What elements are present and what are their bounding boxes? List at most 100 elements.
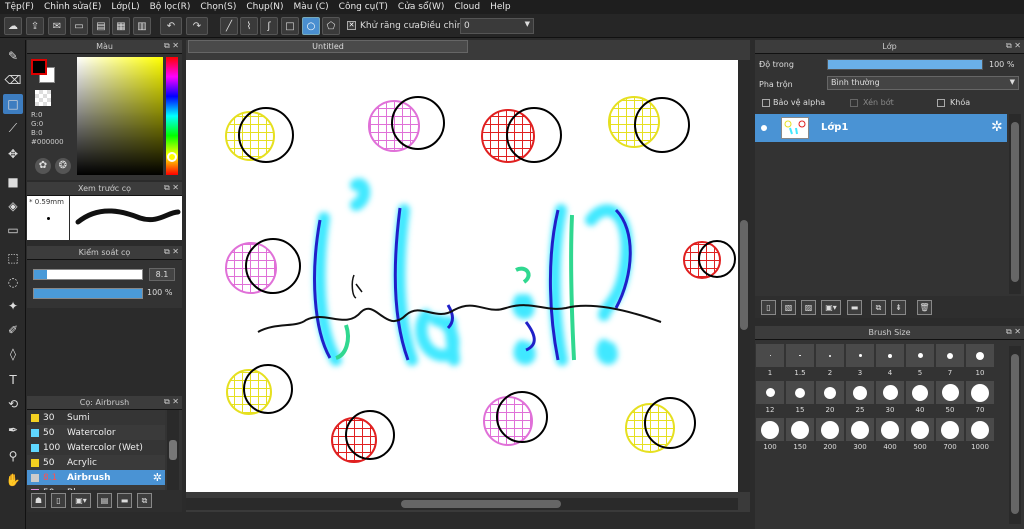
brush-size-cell[interactable]: [966, 344, 994, 367]
canvas-vertical-scrollbar[interactable]: [738, 60, 750, 492]
blend-mode-select[interactable]: Bình thường ▼: [827, 76, 1019, 90]
undo-icon[interactable]: ↶: [160, 17, 182, 35]
menu-item[interactable]: Chỉnh sửa(E): [39, 2, 106, 12]
brush-size-cell[interactable]: [906, 381, 934, 404]
transparent-color-icon[interactable]: [35, 90, 51, 106]
menu-item[interactable]: Chọn(S): [195, 2, 241, 12]
delete-layer-icon[interactable]: 🗑: [917, 300, 932, 315]
brush-size-cell[interactable]: [876, 344, 904, 367]
brush-size-cell[interactable]: [966, 381, 994, 404]
brush-list-scrollbar[interactable]: [167, 410, 179, 490]
brush-size-cell[interactable]: [816, 381, 844, 404]
polyline-tool-icon[interactable]: ⌇: [240, 17, 258, 35]
copy-icon[interactable]: ⧉: [137, 493, 152, 508]
menu-item[interactable]: Bộ lọc(R): [145, 2, 196, 12]
text-tool-icon[interactable]: T: [3, 370, 23, 390]
cloud-icon[interactable]: ☁: [4, 17, 22, 35]
scrollbar-thumb[interactable]: [1011, 354, 1019, 514]
antialias-checkbox[interactable]: ✕: [347, 21, 356, 30]
panel-controls-icon[interactable]: ⧉ ✕: [1006, 327, 1021, 337]
panel-controls-icon[interactable]: ⧉ ✕: [164, 397, 179, 407]
grid-icon[interactable]: ▦: [112, 17, 130, 35]
panel-controls-icon[interactable]: ⧉ ✕: [164, 41, 179, 51]
menu-item[interactable]: Tệp(F): [0, 2, 39, 12]
brush-size-cell[interactable]: [816, 418, 844, 441]
transform-tool-icon[interactable]: ⟲: [3, 394, 23, 414]
document-icon[interactable]: ▤: [92, 17, 110, 35]
menu-item[interactable]: Công cụ(T): [334, 2, 393, 12]
line-tool-icon[interactable]: ╱: [220, 17, 238, 35]
brush-size-cell[interactable]: [786, 418, 814, 441]
lasso-tool-icon[interactable]: ◌: [3, 272, 23, 292]
eraser-tool-icon[interactable]: ⌫: [3, 70, 23, 90]
brush-size-scrollbar[interactable]: [1009, 346, 1021, 524]
comment-icon[interactable]: ▭: [70, 17, 88, 35]
brush-size-cell[interactable]: [936, 418, 964, 441]
drawing-canvas[interactable]: [186, 60, 738, 492]
layer-settings-icon[interactable]: ✲: [991, 119, 1003, 135]
saturation-value-picker[interactable]: [77, 57, 163, 175]
hand-tool-icon[interactable]: ✋: [3, 470, 23, 490]
sheet-icon[interactable]: ▥: [133, 17, 151, 35]
pen-tool-icon[interactable]: ✒: [3, 420, 23, 440]
menu-item[interactable]: Help: [485, 2, 516, 12]
duplicate-layer-icon[interactable]: ⧉: [871, 300, 886, 315]
layer-opacity-slider[interactable]: [827, 59, 983, 70]
merge-layer-icon[interactable]: ⇟: [891, 300, 906, 315]
magic-wand-icon[interactable]: ✦: [3, 296, 23, 316]
curve-tool-icon[interactable]: ʃ: [260, 17, 278, 35]
brush-size-cell[interactable]: [846, 418, 874, 441]
chat-icon[interactable]: ✉: [48, 17, 66, 35]
bucket-tool-icon[interactable]: ◈: [3, 196, 23, 216]
scrollbar-thumb[interactable]: [401, 500, 561, 508]
protect-alpha-checkbox[interactable]: [762, 99, 770, 107]
new-layer-icon[interactable]: ▯: [761, 300, 776, 315]
dot-line-tool-icon[interactable]: ⟋: [3, 118, 23, 138]
select-tool-icon[interactable]: ⬚: [3, 248, 23, 268]
brush-tool-icon[interactable]: ✎: [3, 46, 23, 66]
layer-folder-icon[interactable]: ▬: [847, 300, 862, 315]
export-icon[interactable]: ⇪: [26, 17, 44, 35]
brush-options-icon[interactable]: ☗: [31, 493, 46, 508]
brush-size-cell[interactable]: [906, 344, 934, 367]
scrollbar-thumb[interactable]: [169, 440, 177, 460]
redo-icon[interactable]: ↷: [186, 17, 208, 35]
panel-controls-icon[interactable]: ⧉ ✕: [164, 183, 179, 193]
layer-row[interactable]: Lớp1 ✲: [755, 114, 1007, 142]
shape-tool-icon[interactable]: □: [3, 94, 23, 114]
brush-size-cell[interactable]: [936, 381, 964, 404]
ellipse-tool-icon[interactable]: ○: [302, 17, 320, 35]
menu-item[interactable]: Lớp(L): [106, 2, 144, 12]
palette-settings-icon[interactable]: ❂: [55, 158, 71, 174]
rectangle-tool-icon[interactable]: □: [281, 17, 299, 35]
menu-item[interactable]: Chụp(N): [241, 2, 288, 12]
brush-size-cell[interactable]: [966, 418, 994, 441]
add-layer-menu-icon[interactable]: ▣▾: [821, 300, 841, 315]
brush-size-cell[interactable]: [756, 344, 784, 367]
panel-controls-icon[interactable]: ⧉ ✕: [1006, 41, 1021, 51]
size-value[interactable]: 8.1: [149, 268, 175, 281]
brush-list-item[interactable]: 50 Watercolor: [27, 425, 165, 440]
menu-item[interactable]: Màu (C): [289, 2, 334, 12]
new-halftone-layer-icon[interactable]: ▧: [781, 300, 796, 315]
clipping-checkbox[interactable]: [850, 99, 858, 107]
scrollbar-thumb[interactable]: [740, 220, 748, 330]
brush-size-cell[interactable]: [816, 344, 844, 367]
panel-controls-icon[interactable]: ⧉ ✕: [164, 247, 179, 257]
brush-size-cell[interactable]: [846, 344, 874, 367]
brush-size-cell[interactable]: [786, 381, 814, 404]
brush-list-item[interactable]: 100 Watercolor (Wet): [27, 440, 165, 455]
opacity-slider[interactable]: [33, 288, 143, 299]
brush-list-item[interactable]: 50 Acrylic: [27, 455, 165, 470]
adjust-select[interactable]: 0 ▼: [460, 18, 534, 34]
new-8bit-layer-icon[interactable]: ▨: [801, 300, 816, 315]
scrollbar-thumb[interactable]: [1011, 122, 1019, 282]
brush-list-item[interactable]: 30 Sumi: [27, 410, 165, 425]
hue-handle[interactable]: [167, 152, 177, 162]
brush-size-cell[interactable]: [786, 344, 814, 367]
palette-icon[interactable]: ✿: [35, 158, 51, 174]
fill-rect-tool-icon[interactable]: ■: [3, 172, 23, 192]
polygon-tool-icon[interactable]: ⬠: [322, 17, 340, 35]
brush-size-cell[interactable]: [906, 418, 934, 441]
brush-settings-icon[interactable]: ✲: [153, 471, 162, 484]
